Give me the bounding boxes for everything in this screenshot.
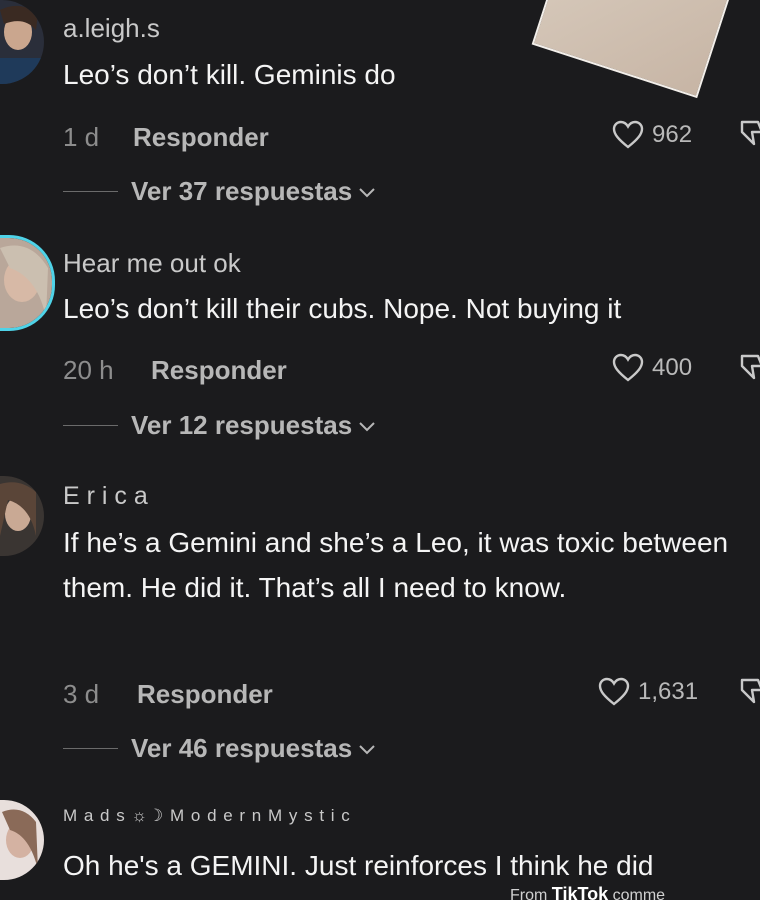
avatar-image	[0, 238, 52, 328]
reply-button[interactable]: Responder	[133, 122, 269, 153]
chevron-down-icon	[359, 744, 375, 754]
view-replies-button[interactable]: Ver 46 respuestas	[131, 733, 376, 764]
comment-time: 3 d	[63, 679, 100, 709]
replies-divider	[63, 425, 118, 426]
replies-divider	[63, 191, 118, 192]
comment-text: Oh he's a GEMINI. Just reinforces I thin…	[63, 850, 654, 881]
view-replies-label: Ver 12 respuestas	[131, 410, 353, 440]
tiktok-watermark: From TikTok comme	[510, 884, 665, 900]
dislike-icon[interactable]	[738, 352, 760, 384]
dislike-icon[interactable]	[738, 118, 760, 150]
avatar-image	[0, 0, 44, 84]
heart-icon	[612, 120, 644, 149]
comment-username[interactable]: E r i c a	[63, 482, 148, 511]
avatar[interactable]	[0, 0, 44, 84]
like-count: 1,631	[638, 678, 699, 705]
avatar-image	[0, 800, 44, 880]
avatar[interactable]	[0, 476, 44, 556]
like-count: 400	[652, 354, 693, 381]
avatar[interactable]	[0, 800, 44, 880]
like-count: 962	[652, 121, 693, 148]
comment-text: If he’s a Gemini and she’s a Leo, it was…	[63, 527, 729, 603]
watermark-suffix: comme	[612, 887, 666, 900]
dislike-icon[interactable]	[738, 676, 760, 708]
watermark-prefix: From	[510, 887, 548, 900]
avatar-image	[0, 476, 44, 556]
comment-text: Leo’s don’t kill. Geminis do	[63, 59, 396, 90]
comment-username[interactable]: Hear me out ok	[63, 248, 241, 279]
like-button[interactable]: 400	[612, 353, 692, 383]
comment-time: 1 d	[63, 122, 100, 152]
chevron-down-icon	[359, 421, 375, 431]
reply-button[interactable]: Responder	[151, 355, 287, 386]
view-replies-button[interactable]: Ver 12 respuestas	[131, 410, 376, 441]
comment-time: 20 h	[63, 355, 114, 385]
chevron-down-icon	[359, 187, 375, 197]
comment-text: Leo’s don’t kill their cubs. Nope. Not b…	[63, 293, 622, 324]
replies-divider	[63, 748, 118, 749]
like-button[interactable]: 962	[612, 120, 692, 150]
avatar[interactable]	[0, 235, 55, 331]
view-replies-label: Ver 37 respuestas	[131, 176, 353, 206]
view-replies-button[interactable]: Ver 37 respuestas	[131, 176, 376, 207]
view-replies-label: Ver 46 respuestas	[131, 733, 353, 763]
tiktok-logo-text: TikTok	[551, 884, 609, 900]
comment-username[interactable]: a.leigh.s	[63, 13, 160, 44]
comments-screen: a.leigh.s Leo’s don’t kill. Geminis do 1…	[0, 0, 760, 900]
heart-icon	[612, 353, 644, 382]
comment-username[interactable]: M a d s ☼☽ M o d e r n M y s t i c	[63, 806, 351, 826]
reply-button[interactable]: Responder	[137, 679, 273, 710]
like-button[interactable]: 1,631	[598, 677, 698, 707]
heart-icon	[598, 677, 630, 706]
